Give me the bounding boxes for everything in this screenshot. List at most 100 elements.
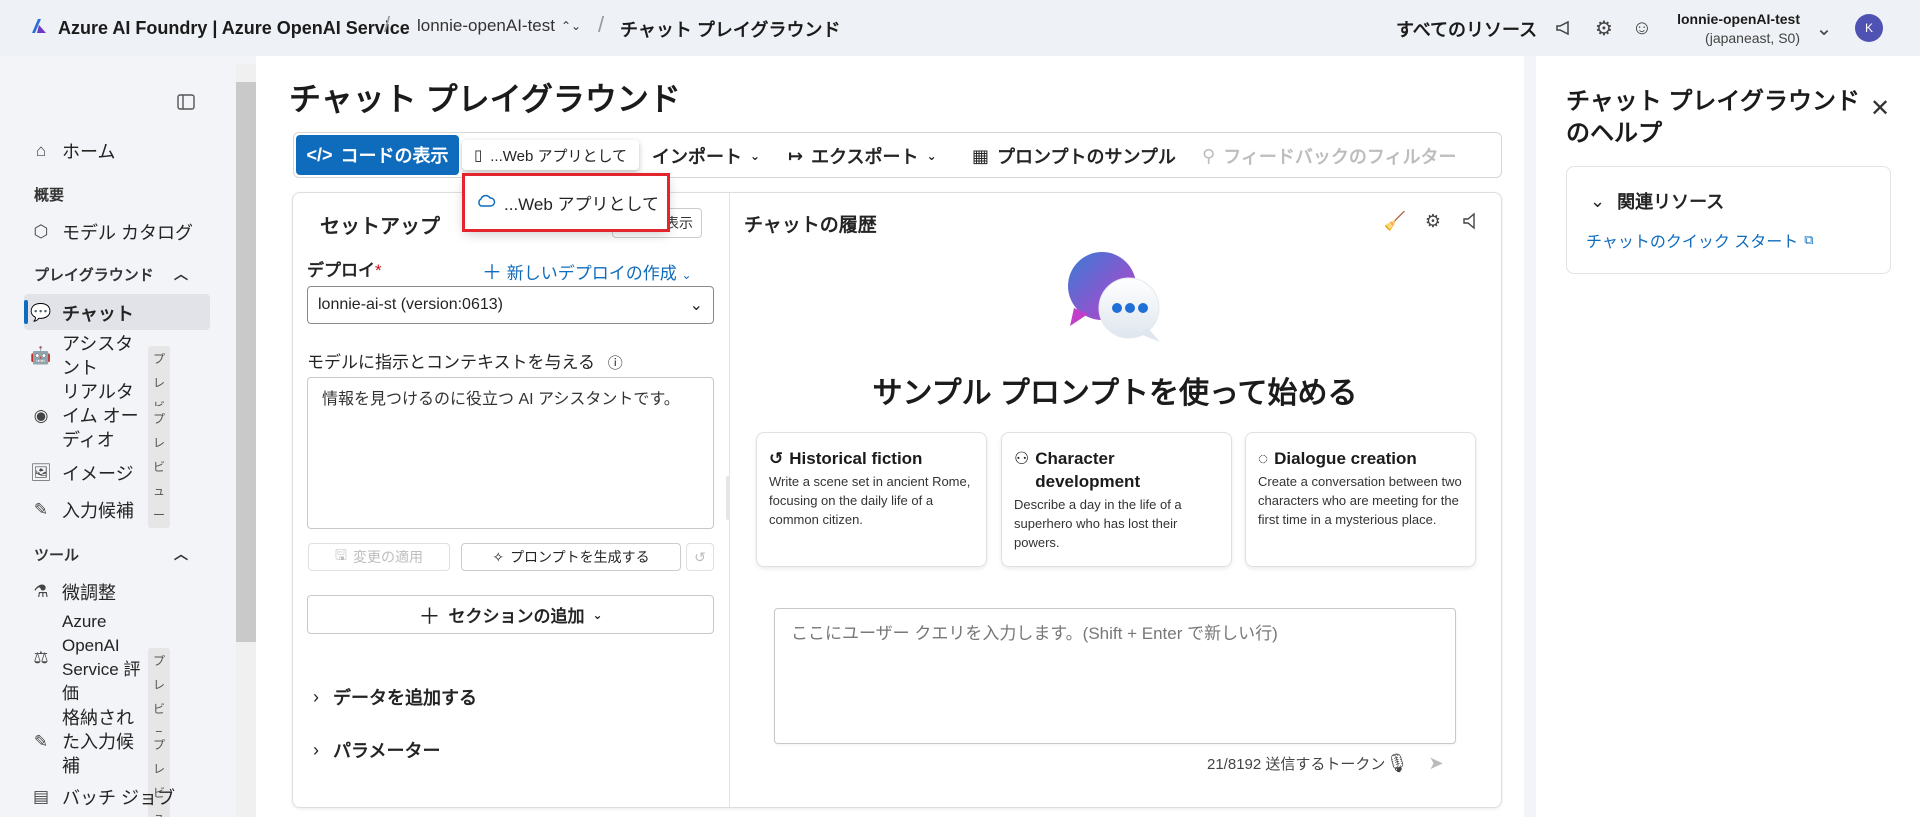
card-description: Write a scene set in ancient Rome, focus… [769,474,971,527]
scrollbar-thumb[interactable] [236,82,256,642]
chevron-down-icon: ⌄ [681,268,692,282]
breadcrumb-separator: / [384,12,391,37]
info-icon[interactable]: ⓘ [608,355,623,372]
export-button[interactable]: ↦ エクスポート ⌄ [788,143,937,169]
project-name: lonnie-openAI-test [417,16,555,35]
microphone-icon[interactable]: 🎙 [1385,751,1409,775]
card-title: Dialogue creation [1274,449,1417,468]
close-icon[interactable]: ✕ [1870,94,1890,123]
section-overview: 概要 [34,187,65,204]
clear-chat-icon[interactable]: 🧹 [1383,209,1407,233]
feedback-filter-button[interactable]: ⚲ フィードバックのフィルター [1202,143,1456,169]
sample-card-character-development[interactable]: ⚇ Character development Describe a day in… [1001,432,1232,567]
avatar[interactable]: K [1855,14,1883,42]
external-link-icon: ⧉ [1804,232,1814,247]
chevron-down-icon[interactable]: ⌄ [1812,16,1836,40]
sidebar-item-completions[interactable]: ✎ 入力候補 [30,497,134,523]
breadcrumb-current: チャット プレイグラウンド [620,20,841,40]
sidebar-item-stored-completions[interactable]: ✎ 格納され た入力候 補 プレビュー [30,706,171,817]
parameters-expander[interactable]: › パラメーター [313,737,440,763]
expander-label: データを追加する [333,688,477,708]
resize-handle[interactable] [726,476,730,520]
all-resources-link[interactable]: すべてのリソース [1396,16,1537,42]
sidebar-item-label: アシスタ ント [62,334,134,378]
token-count: 21/8192 送信するトークン [1207,756,1386,773]
breadcrumb-separator: / [598,12,605,37]
section-label: ツール [34,547,80,564]
view-code-button[interactable]: </> コードの表示 [296,135,459,175]
sidebar-item-assistant[interactable]: 🤖 アシスタ ント プレビュー [30,332,171,468]
label-text: デプロイ [307,261,375,280]
stored-completion-icon: ✎ [33,732,49,751]
settings-icon[interactable]: ⚙ [1421,209,1445,233]
section-label: 関連リソース [1617,192,1725,212]
reset-button[interactable]: ↺ [686,543,714,571]
history-icon: ↺ [769,449,784,468]
quickstart-link[interactable]: チャットのクイック スタート ⧉ [1586,228,1814,252]
speaker-icon[interactable] [1458,209,1482,233]
plus-icon: ＋ [482,262,502,284]
deploy-web-app-tooltip[interactable]: ▯ ...Web アプリとして [462,140,640,170]
generate-prompt-button[interactable]: ✧ プロンプトを生成する [461,543,681,571]
batch-icon: ▤ [32,787,50,806]
people-icon: ⚇ [1014,449,1030,468]
brand[interactable]: Azure AI Foundry | Azure OpenAI Service [30,14,410,42]
related-resources-expander[interactable]: ⌄ 関連リソース [1590,188,1724,214]
user-query-input[interactable]: ここにユーザー クエリを入力します。(Shift + Enter で新しい行) [774,608,1456,744]
grid-icon: ▦ [972,145,990,166]
chevron-down-icon: ⌄ [689,297,703,314]
account-region: (japaneast, S0) [1705,30,1800,46]
image-icon: 🖼 [30,463,52,482]
link-label: 新しいデプロイの作成 [506,264,677,283]
deployment-select[interactable]: lonnie-ai-st (version:0613) ⌄ [307,286,714,324]
sample-card-historical-fiction[interactable]: ↺ Historical fiction Write a scene set in… [756,432,987,567]
prompt-samples-button[interactable]: ▦ プロンプトのサンプル [972,143,1176,169]
section-playground[interactable]: プレイグラウンド ︿ [34,264,188,285]
create-deployment-link[interactable]: ＋ 新しいデプロイの作成 ⌄ [482,256,692,285]
announcement-icon[interactable] [1552,16,1576,40]
code-icon: </> [306,144,333,165]
sidebar-item-fine-tuning[interactable]: ⚗ 微調整 [30,579,116,605]
system-message-label: モデルに指示とコンテキストを与える ⓘ [307,348,623,373]
collapse-sidebar-icon[interactable] [174,90,198,114]
project-switcher[interactable]: lonnie-openAI-test ⌃⌄ [417,16,581,36]
sidebar-scrollbar[interactable] [236,64,256,817]
add-section-button[interactable]: ＋ セクションの追加 ⌄ [307,595,714,634]
send-icon[interactable]: ➤ [1424,751,1448,775]
sidebar-item-label: リアルタ イム オー ディオ [62,382,139,450]
save-icon: 🖫 [335,547,347,563]
sample-card-dialogue-creation[interactable]: ◌ Dialogue creation Create a conversation… [1245,432,1476,567]
sidebar-item-chat[interactable]: 💬 チャット [30,300,134,326]
settings-icon[interactable]: ⚙ [1592,16,1616,40]
updown-chevron-icon: ⌃⌄ [560,19,582,33]
sidebar-item-realtime-audio[interactable]: ◉ リアルタ イム オー ディオ プレビュー [30,380,171,528]
sidebar-item-image[interactable]: 🖼 イメージ [30,460,133,486]
section-tools[interactable]: ツール ︿ [34,544,188,565]
system-message-textarea[interactable]: 情報を見つけるのに役立つ AI アシスタントです。 [307,377,714,529]
sidebar-item-label: チャット [62,304,134,324]
sidebar-item-evaluation[interactable]: ⚖ Azure OpenAI Service 評 価 プレビュー [30,610,171,770]
feedback-smile-icon[interactable]: ☺ [1630,16,1654,40]
button-label: エクスポート [811,147,919,167]
card-description: Create a conversation between two charac… [1258,474,1462,527]
sidebar-item-label: モデル カタログ [62,223,194,243]
apply-changes-button[interactable]: 🖫 変更の適用 [308,543,450,571]
preview-badge: プレビュー [148,406,171,528]
active-item-indicator [24,300,28,324]
sidebar-item-label: ホーム [62,142,116,162]
button-label: セクションの追加 [448,607,585,626]
import-button[interactable]: インポート ⌄ [652,143,760,169]
account-info[interactable]: lonnie-openAI-test (japaneast, S0) [1660,10,1800,48]
account-name: lonnie-openAI-test [1677,11,1800,27]
chat-icon: 💬 [30,303,52,322]
sidebar-item-label: 入力候補 [62,501,134,521]
brand-name: Azure AI Foundry | Azure OpenAI Service [58,17,410,38]
sidebar-item-model-catalog[interactable]: ⬡ モデル カタログ [30,219,193,245]
chevron-down-icon: ⌄ [1590,190,1606,211]
sidebar-item-batch-jobs[interactable]: ▤ バッチ ジョブ [30,784,175,810]
highlight-box [462,173,670,232]
add-data-expander[interactable]: › データを追加する [313,684,477,710]
sidebar-item-home[interactable]: ⌂ ホーム [30,138,116,164]
chevron-down-icon: ⌄ [926,149,937,163]
azure-logo-icon [30,17,48,40]
